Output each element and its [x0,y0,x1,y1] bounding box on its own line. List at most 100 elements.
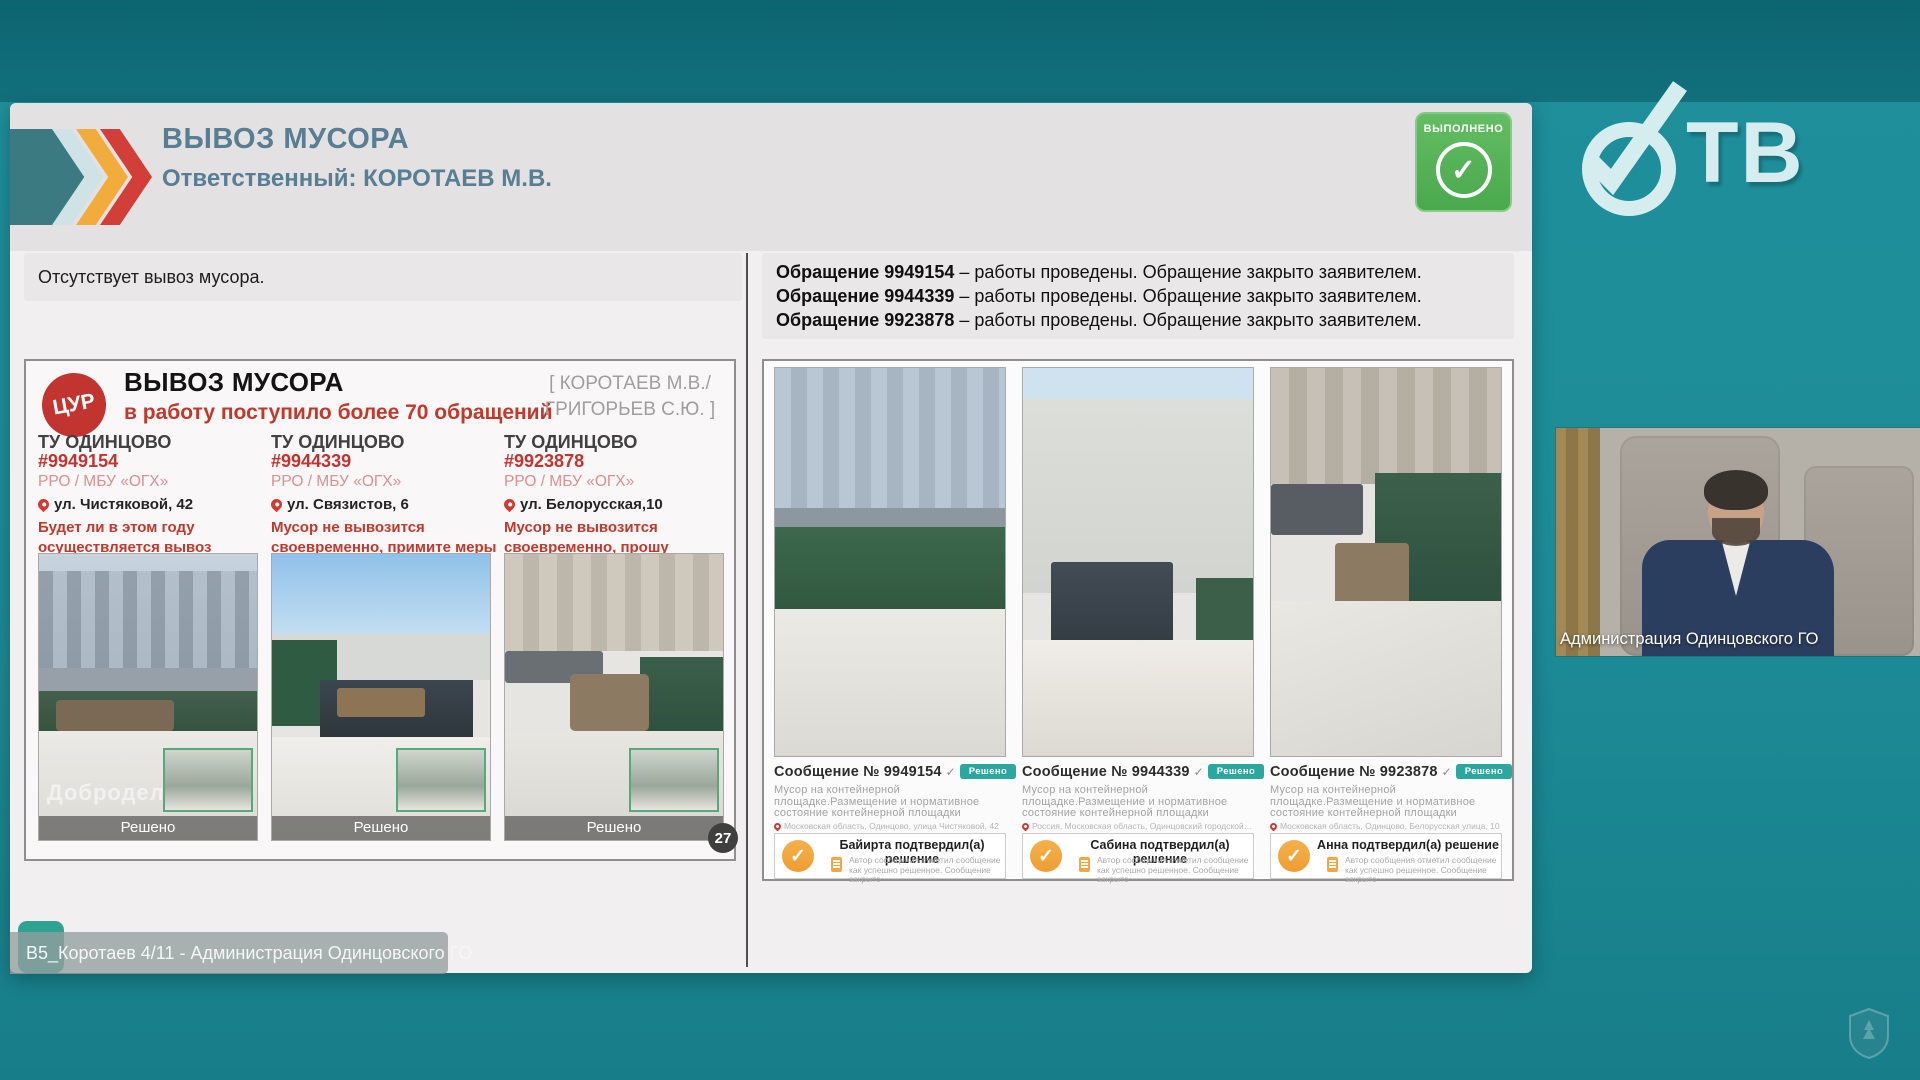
check-circle-icon: ✓ [1436,142,1492,198]
corner-watermark-icon [1846,1006,1892,1060]
wood-panel [1556,428,1600,656]
slide-subtitle: Ответственный: КОРОТАЕВ М.В. [162,165,552,193]
document-icon [831,857,842,872]
check-icon: ✓ [1194,765,1204,779]
resolution-summary: Обращение 9949154 – работы проведены. Об… [762,253,1514,339]
complaint-column: ТУ ОДИНЦОВО #9949154 РРО / МБУ «ОГХ» ул.… [38,433,260,845]
document-icon [1079,857,1090,872]
slide-title: ВЫВОЗ МУСОРА [162,123,409,156]
status-badge-done: ВЫПОЛНЕНО ✓ [1415,112,1512,212]
report-photo [1270,367,1502,757]
complaint-text: Мусор не вывозится своевременно, примите… [271,518,497,558]
after-photo-inset [629,748,719,812]
confirmation-box: ✓ Байирта подтвердил(а) решение Автор со… [774,833,1006,879]
confirm-check-icon: ✓ [1278,840,1310,872]
message-row: Сообщение № 9949154✓Решено [774,763,1006,781]
complaint-id: #9949154 [38,451,260,471]
complaints-card: ЦУР ВЫВОЗ МУСОРА в работу поступило боле… [24,359,736,861]
photo-watermark: Добродел [47,780,165,806]
report-column: Сообщение № 9923878✓Решено Мусор на конт… [1270,361,1502,879]
confirm-text: Автор сообщения отметил сообщение как ус… [1097,856,1251,885]
photo-status-label: Решено [272,816,490,840]
report-category: Мусор на контейнерной площадке.Размещени… [1270,785,1502,820]
confirm-text: Автор сообщения отметил сообщение как ус… [849,856,1003,885]
org-label: ТУ ОДИНЦОВО [271,433,493,451]
complaint-photo: Решено [504,553,724,841]
complaint-photo: Добродел Решено [38,553,258,841]
org-label: ТУ ОДИНЦОВО [38,433,260,451]
photo-status-label: Решено [39,816,257,840]
reports-panel: Сообщение № 9949154 ✓ Решено Мусор на конт… [762,359,1514,881]
cur-logo: ЦУР [37,368,111,442]
problem-summary: Отсутствует вывоз мусора. [24,253,742,301]
confirm-check-icon: ✓ [782,840,814,872]
location-pin-icon [502,497,518,513]
report-location: Московская область, Одинцово, улица Чист… [774,821,1006,831]
complaint-id: #9944339 [271,451,493,471]
document-icon [1327,857,1338,872]
status-pill: Решено [1208,764,1265,779]
address-row: ул. Белорусская,10 [504,495,726,515]
confirm-check-icon: ✓ [1030,840,1062,872]
confirm-title: Анна подтвердил(а) решение [1317,838,1499,852]
status-badge-label: ВЫПОЛНЕНО [1417,123,1510,135]
report-location: Московская область, Одинцово, Белорусска… [1270,821,1502,831]
message-number: Сообщение № 9944339 [1022,764,1190,780]
logo-text: ТВ [1686,104,1805,203]
card-subtitle: в работу поступило более 70 обращений [124,401,553,425]
confirmation-box: ✓ Сабина подтвердил(а) решение Автор соо… [1022,833,1254,879]
dept-label: РРО / МБУ «ОГХ» [271,471,493,493]
report-category: Мусор на контейнерной площадке.Размещени… [1022,785,1254,820]
complaint-id: #9923878 [504,451,726,471]
report-column: Сообщение № 9944339✓Решено Мусор на конт… [1022,361,1254,879]
message-row: Сообщение № 9923878✓Решено [1270,763,1502,781]
dept-label: РРО / МБУ «ОГХ» [38,471,260,493]
address-row: ул. Связистов, 6 [271,495,493,515]
status-pill: Решено [960,764,1017,779]
location-pin-icon [36,497,52,513]
address-row: ул. Чистяковой, 42 [38,495,260,515]
resolution-line: Обращение 9944339 – работы проведены. Об… [776,284,1500,308]
report-photo [774,367,1006,757]
otv-channel-logo: ТВ [1566,78,1866,228]
complaint-column: ТУ ОДИНЦОВО #9923878 РРО / МБУ «ОГХ» ул.… [504,433,726,845]
resolution-line: Обращение 9923878 – работы проведены. Об… [776,308,1500,332]
complaint-column: ТУ ОДИНЦОВО #9944339 РРО / МБУ «ОГХ» ул.… [271,433,493,845]
report-photo [1022,367,1254,757]
message-number: Сообщение № 9923878 [1270,764,1438,780]
speaker-hair [1704,470,1768,510]
after-photo-inset [163,748,253,812]
vertical-divider [746,253,748,967]
org-label: ТУ ОДИНЦОВО [504,433,726,451]
photo-status-label: Решено [505,816,723,840]
location-pin-icon [774,822,782,831]
after-photo-inset [396,748,486,812]
message-row: Сообщение № 9944339✓Решено [1022,763,1254,781]
responsible-names: [ КОРОТАЕВ М.В./ ГРИГОРЬЕВ С.Ю. ] [532,371,728,423]
complaint-photo: Решено [271,553,491,841]
speaker-video-feed: Администрация Одинцовского ГО [1556,428,1920,656]
confirmation-box: ✓ Анна подтвердил(а) решение Автор сообщ… [1270,833,1502,879]
resolution-line: Обращение 9949154 – работы проведены. Об… [776,260,1500,284]
dept-label: РРО / МБУ «ОГХ» [504,471,726,493]
location-pin-icon [1022,822,1030,831]
check-icon: ✓ [946,765,956,779]
location-pin-icon [269,497,285,513]
location-pin-icon [1270,822,1278,831]
slide-header: ВЫВОЗ МУСОРА Ответственный: КОРОТАЕВ М.В… [10,103,1532,251]
video-caption: Администрация Одинцовского ГО [1560,630,1818,649]
logo-check-icon [1566,78,1706,203]
report-column: Сообщение № 9949154✓Решено Мусор на конт… [774,361,1006,879]
confirm-text: Автор сообщения отметил сообщение как ус… [1345,856,1499,885]
speaker-beard [1712,518,1760,546]
check-icon: ✓ [1442,765,1452,779]
report-category: Мусор на контейнерной площадке.Размещени… [774,785,1006,820]
report-location: Россия, Московская область, Одинцовский … [1022,821,1254,831]
card-title: ВЫВОЗ МУСОРА [124,367,344,398]
slide-page-number: 27 [708,823,738,853]
message-number: Сообщение № 9949154 [774,764,942,780]
footer-filename-bar: В5_Коротаев 4/11 - Администрация Одинцов… [10,932,448,974]
presentation-slide: ВЫВОЗ МУСОРА Ответственный: КОРОТАЕВ М.В… [10,103,1532,973]
status-pill: Решено [1456,764,1513,779]
broadcast-frame: ТВ ВЫВОЗ МУСОРА Ответственный: КОРОТАЕВ … [0,0,1920,1080]
